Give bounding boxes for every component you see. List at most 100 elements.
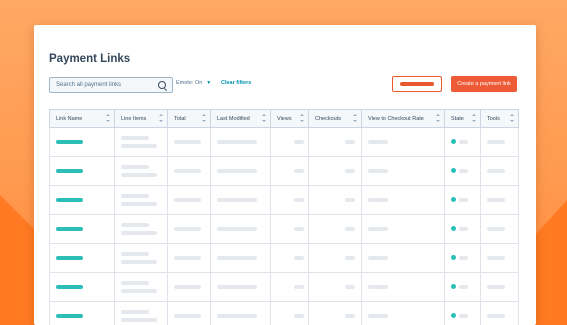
table-cell (362, 186, 445, 215)
loading-placeholder (174, 198, 201, 202)
table-cell (445, 128, 481, 157)
loading-placeholder (121, 289, 157, 293)
loading-placeholder (368, 314, 388, 318)
table-cell (168, 244, 211, 273)
link-name-placeholder[interactable] (56, 314, 83, 318)
sort-icon[interactable] (436, 114, 440, 122)
table-row[interactable] (50, 302, 519, 325)
loading-placeholder (121, 281, 149, 285)
table-cell (211, 215, 271, 244)
loading-placeholder (174, 256, 201, 260)
search-icon (158, 81, 166, 89)
table-cell (115, 157, 168, 186)
sort-icon[interactable] (510, 114, 514, 122)
table-cell (271, 215, 309, 244)
link-name-placeholder[interactable] (56, 256, 83, 260)
table-row[interactable] (50, 215, 519, 244)
link-name-placeholder[interactable] (56, 140, 83, 144)
sort-icon[interactable] (472, 114, 476, 122)
loading-placeholder (217, 140, 257, 144)
column-header[interactable]: Total (168, 110, 211, 128)
table-cell (211, 128, 271, 157)
loading-placeholder (174, 227, 201, 231)
loading-placeholder (121, 223, 149, 227)
table-cell (115, 273, 168, 302)
loading-placeholder (217, 227, 257, 231)
state-placeholder (459, 140, 468, 144)
table-cell (481, 128, 519, 157)
create-payment-link-button[interactable]: Create a payment link (451, 76, 517, 92)
table-cell (309, 273, 362, 302)
table-cell (168, 273, 211, 302)
table-cell (115, 128, 168, 157)
link-name-placeholder[interactable] (56, 227, 83, 231)
filter-dropdown[interactable]: Emote: On▼ (176, 80, 211, 86)
loading-placeholder (345, 314, 355, 318)
table-cell (50, 215, 115, 244)
column-header[interactable]: Line Items (115, 110, 168, 128)
link-name-placeholder[interactable] (56, 169, 83, 173)
table-cell (271, 157, 309, 186)
status-dot-icon (451, 255, 456, 260)
sort-icon[interactable] (106, 114, 110, 122)
column-header[interactable]: Views (271, 110, 309, 128)
table-cell (309, 128, 362, 157)
link-name-placeholder[interactable] (56, 285, 83, 289)
table-cell (362, 273, 445, 302)
table-cell (271, 186, 309, 215)
loading-placeholder (121, 231, 157, 235)
secondary-action-button[interactable] (392, 76, 442, 92)
loading-placeholder (487, 256, 505, 260)
table-cell (445, 302, 481, 325)
table-row[interactable] (50, 244, 519, 273)
loading-placeholder (487, 169, 505, 173)
loading-placeholder (217, 256, 257, 260)
loading-placeholder (368, 198, 388, 202)
filter-label: Emote: On (176, 80, 202, 86)
link-name-placeholder[interactable] (56, 198, 83, 202)
status-dot-icon (451, 168, 456, 173)
sort-icon[interactable] (202, 114, 206, 122)
column-header[interactable]: View to Checkout Rate (362, 110, 445, 128)
column-header[interactable]: Link Name (50, 110, 115, 128)
table-row[interactable] (50, 157, 519, 186)
loading-placeholder (294, 140, 304, 144)
loading-placeholder (121, 173, 157, 177)
loading-placeholder (121, 136, 149, 140)
status-dot-icon (451, 139, 456, 144)
loading-placeholder (121, 260, 157, 264)
table-row[interactable] (50, 186, 519, 215)
payment-links-table: Link Name Line Items Total Last Modified… (49, 109, 519, 325)
loading-placeholder (217, 314, 257, 318)
column-header[interactable]: Checkouts (309, 110, 362, 128)
table-row[interactable] (50, 128, 519, 157)
table-cell (481, 302, 519, 325)
table-cell (168, 128, 211, 157)
loading-placeholder (294, 227, 304, 231)
search-placeholder: Search all payment links (56, 82, 121, 88)
table-cell (211, 157, 271, 186)
search-input[interactable]: Search all payment links (49, 77, 173, 93)
clear-filters-link[interactable]: Clear filters (221, 80, 251, 86)
loading-placeholder (368, 169, 388, 173)
page-title: Payment Links (49, 53, 130, 65)
sort-icon[interactable] (353, 114, 357, 122)
table-row[interactable] (50, 273, 519, 302)
table-body (50, 128, 519, 325)
loading-placeholder (294, 285, 304, 289)
column-header[interactable]: State (445, 110, 481, 128)
table-cell (50, 244, 115, 273)
table-cell (50, 302, 115, 325)
sort-icon[interactable] (262, 114, 266, 122)
loading-placeholder (487, 198, 505, 202)
table-cell (211, 273, 271, 302)
table-cell (362, 128, 445, 157)
sort-icon[interactable] (159, 114, 163, 122)
loading-placeholder (345, 140, 355, 144)
loading-placeholder (174, 314, 201, 318)
column-header[interactable]: Last Modified (211, 110, 271, 128)
sort-icon[interactable] (300, 114, 304, 122)
button-label-placeholder (400, 82, 434, 86)
column-header[interactable]: Tools (481, 110, 519, 128)
loading-placeholder (368, 227, 388, 231)
